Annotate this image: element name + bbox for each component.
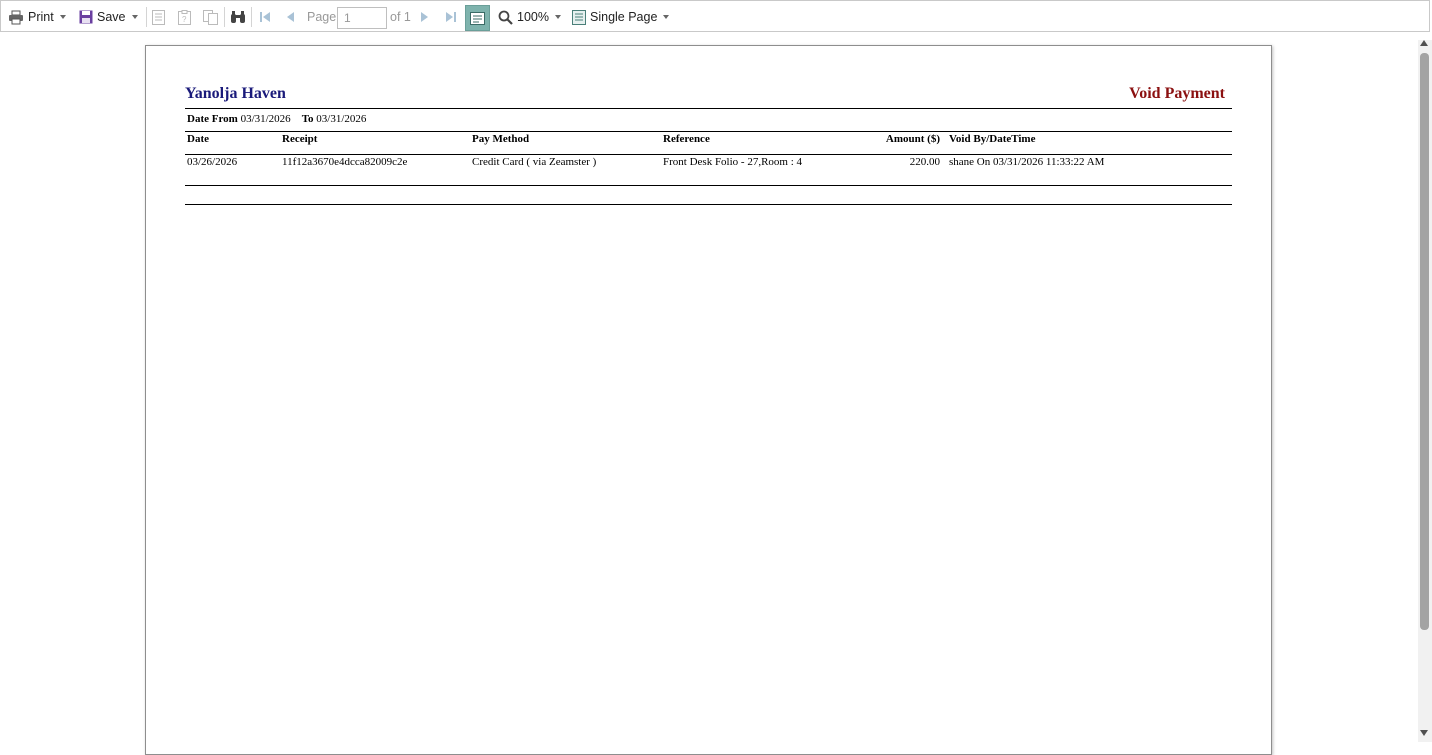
- cell-receipt: 11f12a3670e4dcca82009c2e: [282, 156, 408, 168]
- date-from-label: Date From: [187, 113, 238, 125]
- table-top-divider: [185, 131, 1232, 132]
- document-map-button[interactable]: [152, 1, 165, 33]
- column-header-reference: Reference: [663, 133, 710, 145]
- full-screen-button[interactable]: [465, 5, 490, 31]
- previous-page-icon: [287, 12, 294, 22]
- print-button[interactable]: Print: [8, 1, 66, 33]
- zoom-label: 100%: [517, 10, 549, 24]
- print-label: Print: [28, 10, 54, 24]
- toolbar-separator: [146, 7, 147, 27]
- scroll-up-arrow-icon[interactable]: [1420, 40, 1428, 46]
- zoom-button[interactable]: 100%: [498, 1, 561, 33]
- last-page-button[interactable]: [445, 1, 457, 33]
- cell-amount: 220.00: [909, 156, 940, 168]
- view-mode-label: Single Page: [590, 10, 658, 24]
- document-icon: [152, 9, 165, 25]
- floppy-disk-icon: [79, 10, 93, 24]
- chevron-down-icon: [554, 15, 561, 19]
- copy-pages-icon: [203, 9, 218, 25]
- column-header-date: Date: [187, 133, 209, 145]
- page-label: Page: [307, 1, 336, 33]
- first-page-icon: [260, 12, 270, 22]
- report-viewer-toolbar: Print Save ? Page of 1: [0, 0, 1430, 32]
- next-page-icon: [421, 12, 428, 22]
- report-hotel-name: Yanolja Haven: [185, 85, 286, 102]
- parameters-button[interactable]: ?: [178, 1, 191, 33]
- save-button[interactable]: Save: [79, 1, 138, 33]
- scroll-down-arrow-icon[interactable]: [1420, 730, 1428, 736]
- cell-pay-method: Credit Card ( via Zeamster ): [472, 156, 597, 168]
- page-count-label: of 1: [390, 1, 411, 33]
- chevron-down-icon: [131, 15, 138, 19]
- svg-text:?: ?: [182, 15, 187, 24]
- column-header-pay-method: Pay Method: [472, 133, 530, 145]
- view-mode-button[interactable]: Single Page: [572, 1, 670, 33]
- page-view-icon: [470, 11, 485, 25]
- printer-icon: [9, 10, 23, 24]
- column-header-receipt: Receipt: [282, 133, 318, 145]
- date-to-value: 03/31/2026: [316, 113, 367, 125]
- report-title: Void Payment: [1129, 85, 1225, 102]
- column-header-amount: Amount ($): [885, 133, 940, 145]
- page-number-input[interactable]: [337, 7, 387, 29]
- cell-date: 03/26/2026: [187, 156, 238, 168]
- multiple-pages-button[interactable]: [203, 1, 218, 33]
- report-page: Yanolja Haven Void Payment Date From 03/…: [145, 45, 1272, 755]
- page-count-text: of 1: [390, 10, 411, 24]
- header-divider: [185, 108, 1232, 109]
- cell-void-by: shane On 03/31/2026 11:33:22 AM: [949, 156, 1105, 168]
- chevron-down-icon: [59, 15, 66, 19]
- last-page-icon: [446, 12, 456, 22]
- save-label: Save: [97, 10, 126, 24]
- find-button[interactable]: [230, 1, 246, 33]
- cell-reference: Front Desk Folio - 27,Room : 4: [663, 156, 803, 168]
- single-page-icon: [572, 9, 586, 25]
- date-from-value: 03/31/2026: [240, 113, 291, 125]
- header-row-divider: [185, 154, 1232, 155]
- magnifier-icon: [498, 10, 513, 25]
- page-label-text: Page: [307, 10, 337, 24]
- scrollbar-thumb[interactable]: [1420, 53, 1429, 630]
- date-range: Date From 03/31/2026 To 03/31/2026: [187, 113, 366, 125]
- column-header-void-by: Void By/DateTime: [949, 133, 1036, 145]
- table-bottom-divider: [185, 185, 1232, 186]
- clipboard-icon: ?: [178, 9, 191, 25]
- report-footer-divider: [185, 204, 1232, 205]
- binoculars-icon: [231, 11, 245, 23]
- toolbar-separator: [251, 7, 252, 27]
- first-page-button[interactable]: [259, 1, 271, 33]
- chevron-down-icon: [663, 15, 670, 19]
- toolbar-separator: [224, 7, 225, 27]
- date-to-label: To: [301, 113, 314, 125]
- previous-page-button[interactable]: [286, 1, 295, 33]
- next-page-button[interactable]: [420, 1, 429, 33]
